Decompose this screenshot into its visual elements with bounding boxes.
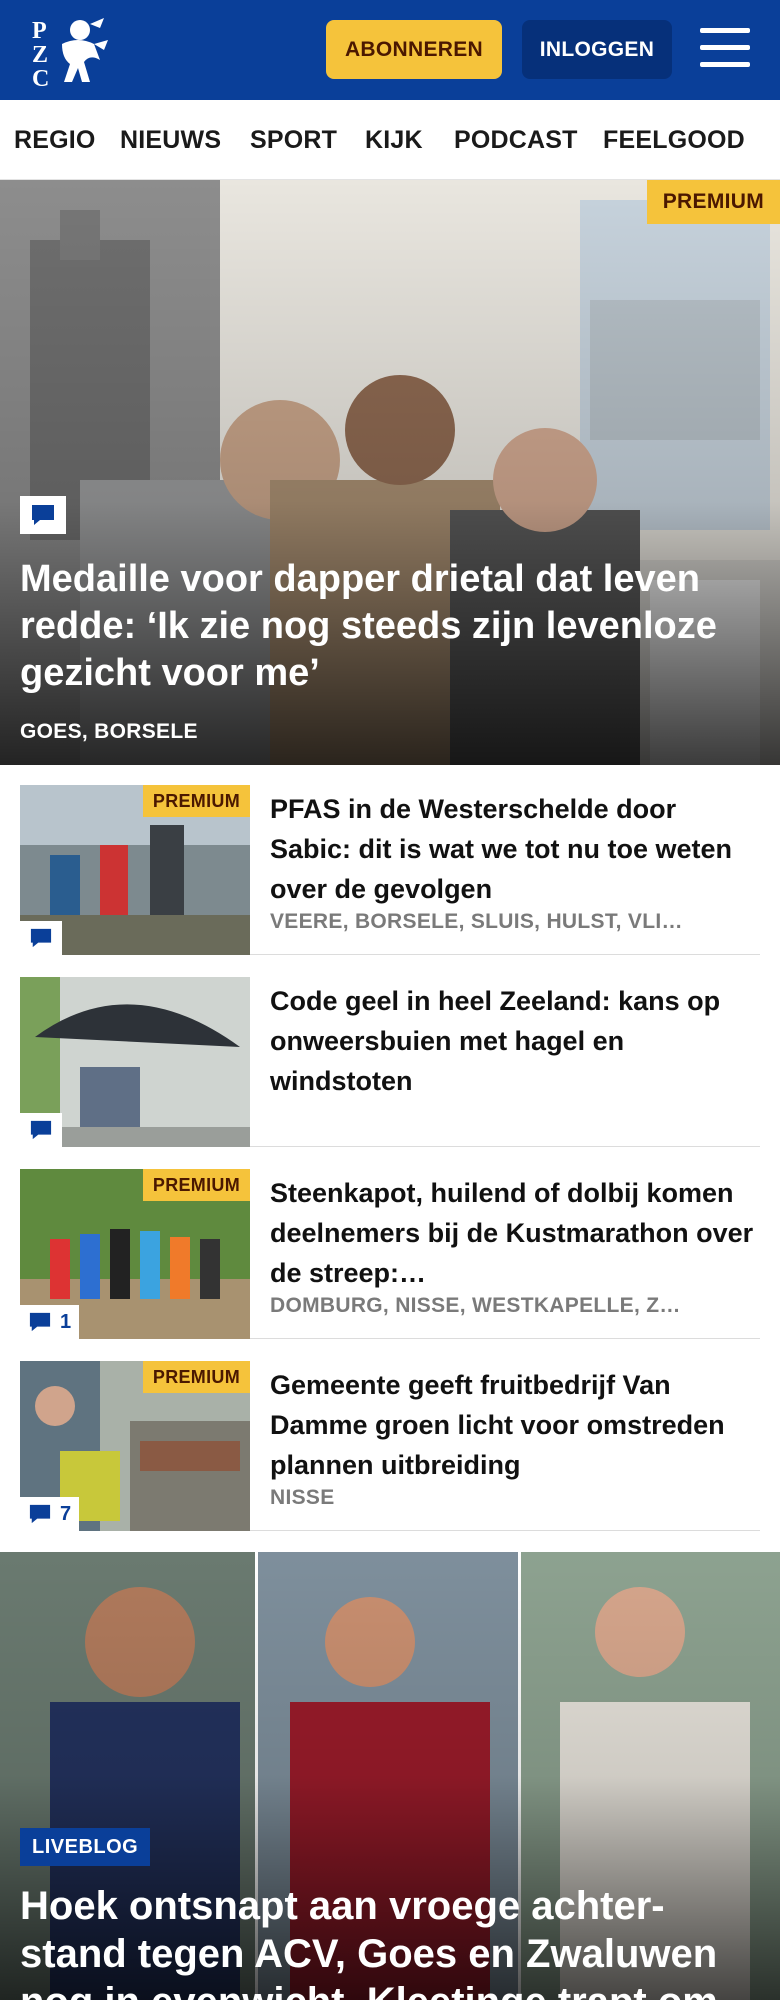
comment-bubble-icon [32,505,54,525]
article-thumbnail: PREMIUM 7 [20,1361,250,1531]
comments-button[interactable] [20,496,66,534]
nav-item-feelgood[interactable]: FEELGOOD [603,126,745,155]
article-thumbnail: PREMIUM 1 [20,1169,250,1339]
premium-badge: PREMIUM [142,785,250,817]
article-thumbnail: PREMIUM [20,785,250,955]
hero-article[interactable]: PREMIUM Medaille voor dapper drietal dat… [0,180,780,765]
svg-text:P: P [32,18,47,44]
article-card[interactable]: PREMIUM 1 Steenkapot, huilend of dolbij … [20,1161,760,1339]
hamburger-menu-icon[interactable] [700,28,750,70]
hero-headline[interactable]: Medaille voor dapper drietal dat leven r… [20,556,760,697]
pzc-logo[interactable]: P Z C [28,14,112,92]
liveblog-article[interactable]: LIVEBLOG Hoek ontsnapt aan vroege achter… [0,1552,780,2000]
nav-scroll-fade [744,100,780,179]
premium-badge: PREMIUM [142,1169,250,1201]
subscribe-button[interactable]: ABONNEREN [326,20,502,79]
section-nav: REGIO NIEUWS SPORT KIJK PODCAST FEELGOOD [0,100,780,180]
svg-text:Z: Z [32,42,48,68]
comment-count: 1 [60,1310,72,1333]
article-thumbnail [20,977,250,1147]
article-card[interactable]: PREMIUM PFAS in de Westerschelde door Sa… [20,777,760,955]
article-card[interactable]: PREMIUM 7 Gemeente geeft fruitbedrijf Va… [20,1353,760,1531]
article-location: DOMBURG, NISSE, WESTKAPELLE, Z… [270,1294,681,1317]
login-button[interactable]: INLOGGEN [522,20,672,79]
svg-text:C: C [32,66,49,88]
article-location: NISSE [270,1486,335,1509]
article-headline[interactable]: Steenkapot, huilend of dolbij komen deel… [270,1173,760,1293]
liveblog-headline[interactable]: Hoek ontsnapt aan vroege achter-stand te… [20,1882,760,2000]
top-header: P Z C ABONNEREN INLOGGEN [0,0,780,100]
article-headline[interactable]: Gemeente geeft fruitbedrijf Van Damme gr… [270,1365,760,1485]
nav-item-regio[interactable]: REGIO [14,126,96,155]
liveblog-badge: LIVEBLOG [20,1828,151,1866]
nav-item-sport[interactable]: SPORT [250,126,337,155]
comments-button[interactable]: 7 [20,1497,80,1531]
article-location: VEERE, BORSELE, SLUIS, HULST, VLI… [270,910,683,933]
nav-item-podcast[interactable]: PODCAST [454,126,578,155]
comment-bubble-icon [30,928,52,948]
comments-button[interactable]: 1 [20,1305,80,1339]
article-headline[interactable]: Code geel in heel Zeeland: kans op onwee… [270,981,760,1101]
comment-bubble-icon [30,1120,52,1140]
hero-location: GOES, BORSELE [20,720,198,743]
comment-bubble-icon [29,1312,51,1332]
comments-button[interactable] [20,1113,62,1147]
premium-badge: PREMIUM [142,1361,250,1393]
article-card[interactable]: Code geel in heel Zeeland: kans op onwee… [20,969,760,1147]
comment-count: 7 [60,1502,72,1525]
comment-bubble-icon [29,1504,51,1524]
nav-item-nieuws[interactable]: NIEUWS [120,126,221,155]
comments-button[interactable] [20,921,62,955]
premium-badge: PREMIUM [646,180,780,224]
logo-lion-icon [62,18,108,82]
article-headline[interactable]: PFAS in de Westerschelde door Sabic: dit… [270,789,760,909]
nav-item-kijk[interactable]: KIJK [365,126,423,155]
